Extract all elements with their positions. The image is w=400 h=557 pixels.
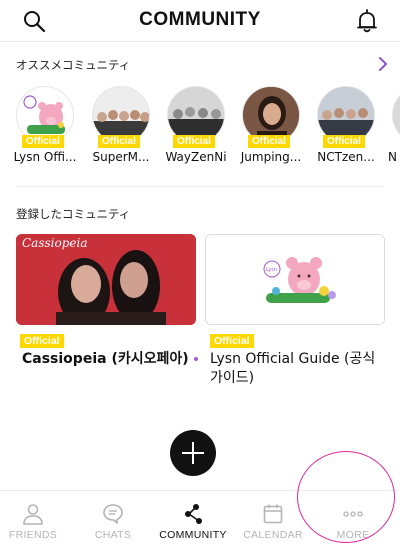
nav-label: MORE <box>336 529 370 541</box>
official-badge: Official <box>173 135 215 148</box>
nav-label: FRIENDS <box>8 529 58 541</box>
nav-item-calendar[interactable]: CALENDAR <box>233 491 313 557</box>
community-avatar <box>392 86 400 144</box>
nav-item-friends[interactable]: FRIENDS <box>0 491 73 557</box>
cassiopeia-logo-text: Cassiopeia <box>22 236 88 250</box>
calendar-icon <box>263 504 283 524</box>
official-badge: Official <box>210 334 254 348</box>
official-badge: Official <box>20 334 64 348</box>
official-badge: Official <box>323 135 365 148</box>
nav-item-chats[interactable]: CHATS <box>73 491 153 557</box>
official-badge: Official <box>248 135 290 148</box>
bell-icon[interactable] <box>355 8 379 34</box>
community-name: WayZenNi <box>165 150 227 164</box>
community-name: N <box>388 150 397 164</box>
nav-label: CHATS <box>94 529 132 541</box>
nav-item-community[interactable]: COMMUNITY <box>153 491 233 557</box>
new-activity-dot <box>193 357 198 361</box>
community-name: Jumping... <box>240 150 302 164</box>
recommended-community-list: Official Lysn Offi... Official SuperM... <box>0 84 400 174</box>
chat-bubble-icon <box>103 504 123 524</box>
official-badge: Official <box>98 135 140 148</box>
share-nodes-icon <box>185 504 202 524</box>
nav-label: CALENDAR <box>243 529 303 541</box>
community-name: NCTzen... <box>317 150 375 164</box>
chevron-right-icon[interactable] <box>377 56 389 72</box>
official-badge: Official <box>22 135 64 148</box>
community-name: SuperM... <box>92 150 150 164</box>
registered-section-title: 登録したコミュニティ <box>16 207 131 221</box>
lysn-bear-cover-image: Lysn <box>206 235 384 324</box>
recommended-section-title: オススメコミュニティ <box>16 58 131 72</box>
page-title: COMMUNITY <box>139 9 261 30</box>
bottom-navigation: FRIENDS CHATS COMMUNITY CALENDAR MORE <box>0 490 400 557</box>
person-icon <box>23 504 43 525</box>
community-card-title[interactable]: Lysn Official Guide (공식 가이드) <box>210 350 380 388</box>
create-community-button[interactable] <box>170 430 216 476</box>
cassiopeia-cover-image: Cassiopeia <box>16 234 196 325</box>
section-divider <box>16 186 384 187</box>
more-dots-icon <box>343 511 363 517</box>
nav-item-more[interactable]: MORE <box>313 491 393 557</box>
nav-label: COMMUNITY <box>159 529 227 541</box>
community-name: Lysn Offi... <box>13 150 77 164</box>
lysn-logo-text: Lysn <box>266 267 277 273</box>
community-card-cassiopeia[interactable]: Cassiopeia <box>16 234 196 325</box>
community-card-lysn-guide[interactable]: Lysn <box>205 234 385 325</box>
top-app-bar: COMMUNITY <box>0 0 400 42</box>
community-card-title[interactable]: Cassiopeia (카시오페아) <box>22 350 198 369</box>
